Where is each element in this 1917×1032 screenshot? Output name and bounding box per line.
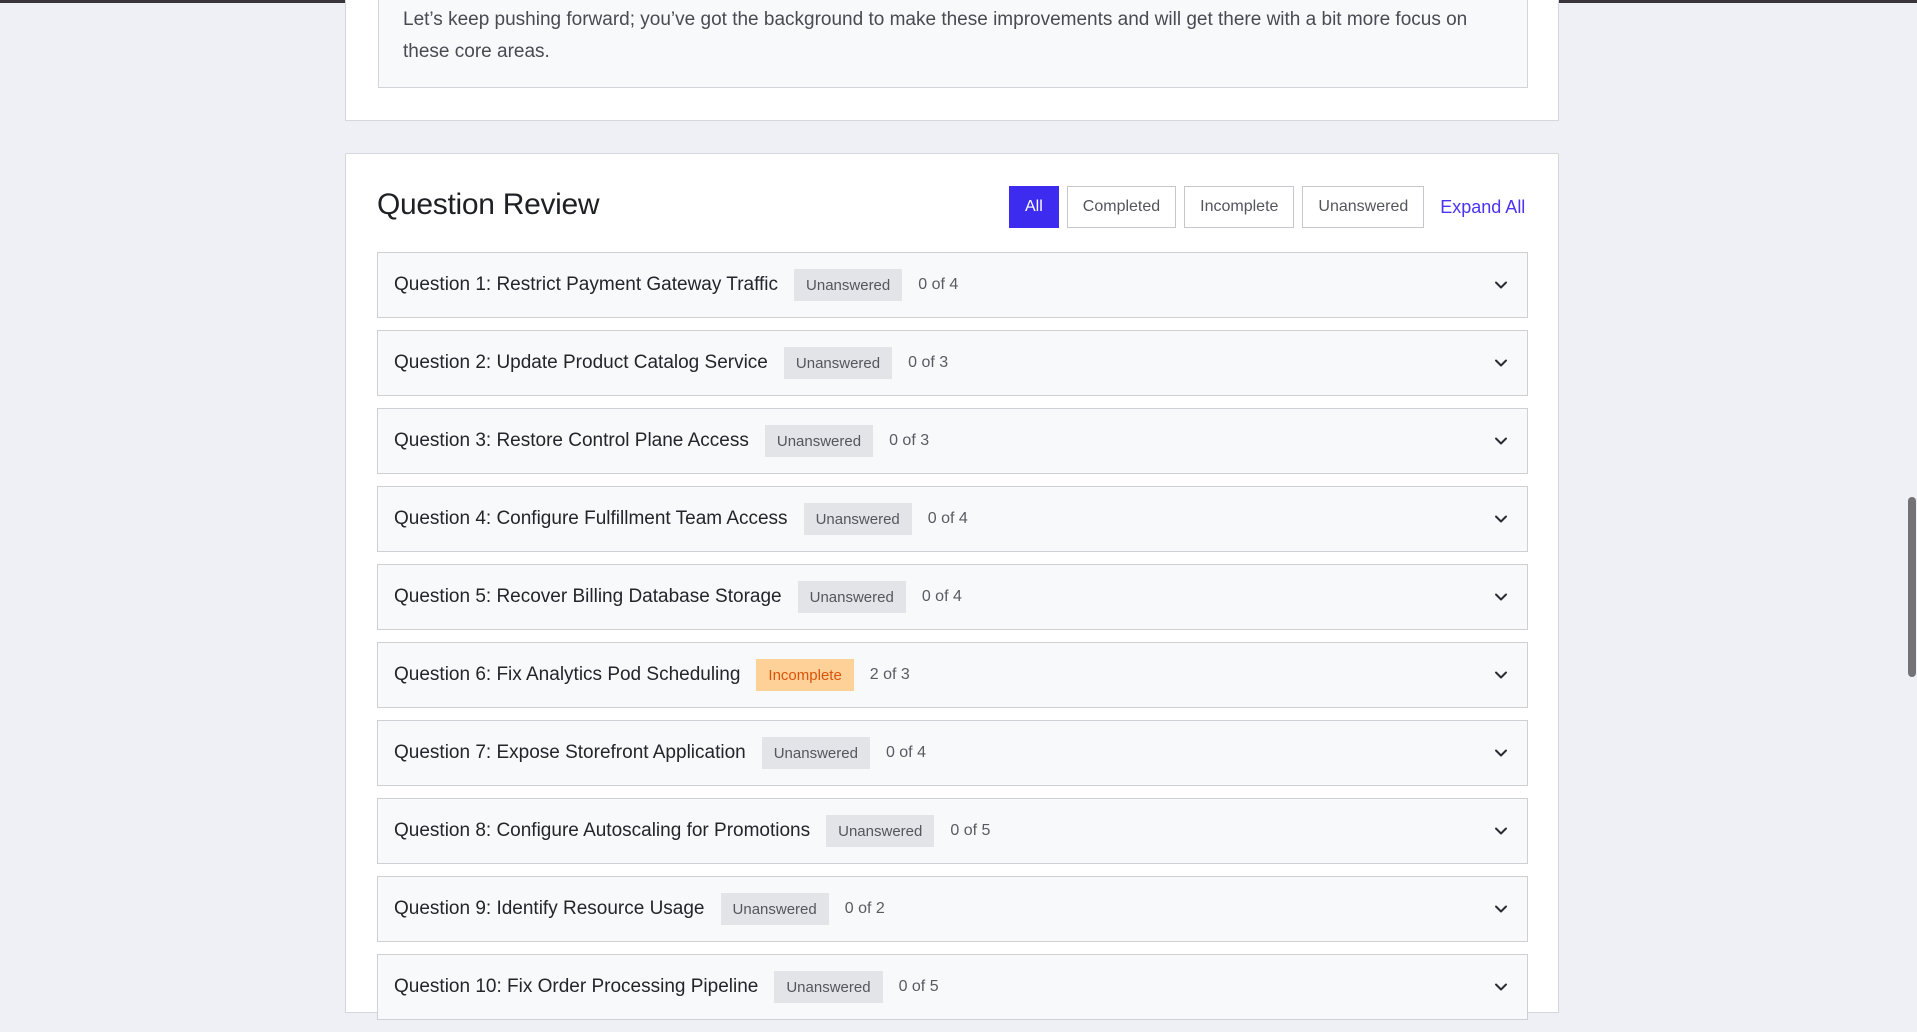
chevron-down-icon[interactable] [1493,901,1509,917]
expand-all-link[interactable]: Expand All [1440,197,1525,218]
chevron-down-icon[interactable] [1493,823,1509,839]
question-review-card: Question Review All Completed Incomplete… [345,153,1559,1020]
question-row[interactable]: Question 10: Fix Order Processing Pipeli… [377,954,1528,1020]
question-list: Question 1: Restrict Payment Gateway Tra… [377,252,1528,1032]
section-title: Question Review [377,188,600,221]
chevron-down-icon[interactable] [1493,511,1509,527]
question-row[interactable]: Question 1: Restrict Payment Gateway Tra… [377,252,1528,318]
question-row[interactable]: Question 2: Update Product Catalog Servi… [377,330,1528,396]
question-title: Question 9: Identify Resource Usage [394,898,705,919]
chevron-down-icon[interactable] [1493,355,1509,371]
question-progress: 0 of 5 [898,978,939,995]
question-progress: 0 of 2 [844,900,885,917]
question-title: Question 7: Expose Storefront Applicatio… [394,742,746,763]
filter-all-button[interactable]: All [1009,186,1059,228]
question-row[interactable]: Question 9: Identify Resource Usage Unans… [377,876,1528,942]
question-progress: 0 of 4 [885,744,926,761]
status-badge: Unanswered [783,347,893,379]
status-badge: Unanswered [720,893,829,925]
question-progress: 2 of 3 [869,666,910,683]
chevron-down-icon[interactable] [1493,433,1509,449]
question-row[interactable]: Question 8: Configure Autoscaling for Pr… [377,798,1528,864]
status-badge: Incomplete [756,659,854,691]
filter-unanswered-button[interactable]: Unanswered [1302,186,1425,228]
question-progress: 0 of 5 [950,822,991,839]
question-progress: 0 of 3 [889,432,930,449]
question-title: Question 1: Restrict Payment Gateway Tra… [394,274,779,295]
status-badge: Unanswered [797,581,906,613]
filter-incomplete-button[interactable]: Incomplete [1184,186,1295,228]
chevron-down-icon[interactable] [1493,589,1509,605]
chevron-down-icon[interactable] [1493,277,1509,293]
question-title: Question 10: Fix Order Processing Pipeli… [394,976,759,997]
status-badge: Unanswered [764,425,874,457]
status-badge: Unanswered [826,815,935,847]
status-badge: Unanswered [794,269,903,301]
status-badge: Unanswered [803,503,912,535]
status-badge: Unanswered [774,971,883,1003]
question-title: Question 8: Configure Autoscaling for Pr… [394,820,811,841]
filter-bar: All Completed Incomplete Unanswered Expa… [1009,186,1525,228]
chevron-down-icon[interactable] [1493,667,1509,683]
question-row[interactable]: Question 3: Restore Control Plane Access… [377,408,1528,474]
question-progress: 0 of 4 [921,588,962,605]
chevron-down-icon[interactable] [1493,745,1509,761]
chevron-down-icon[interactable] [1493,979,1509,995]
question-row[interactable]: Question 4: Configure Fulfillment Team A… [377,486,1528,552]
question-title: Question 4: Configure Fulfillment Team A… [394,508,788,529]
feedback-card: Let’s keep pushing forward; you’ve got t… [345,0,1559,121]
filter-completed-button[interactable]: Completed [1066,186,1177,228]
question-row[interactable]: Question 6: Fix Analytics Pod Scheduling… [377,642,1528,708]
question-row[interactable]: Question 5: Recover Billing Database Sto… [377,564,1528,630]
question-progress: 0 of 4 [918,276,959,293]
scrollbar-thumb[interactable] [1908,497,1916,677]
question-title: Question 2: Update Product Catalog Servi… [394,352,768,373]
page-scrollbar[interactable] [1907,0,1917,989]
question-progress: 0 of 3 [908,354,949,371]
question-row[interactable]: Question 7: Expose Storefront Applicatio… [377,720,1528,786]
status-badge: Unanswered [761,737,870,769]
question-title: Question 3: Restore Control Plane Access [394,430,749,451]
question-title: Question 5: Recover Billing Database Sto… [394,586,782,607]
feedback-message: Let’s keep pushing forward; you’ve got t… [378,0,1528,88]
question-title: Question 6: Fix Analytics Pod Scheduling [394,664,741,685]
question-progress: 0 of 4 [927,510,968,527]
